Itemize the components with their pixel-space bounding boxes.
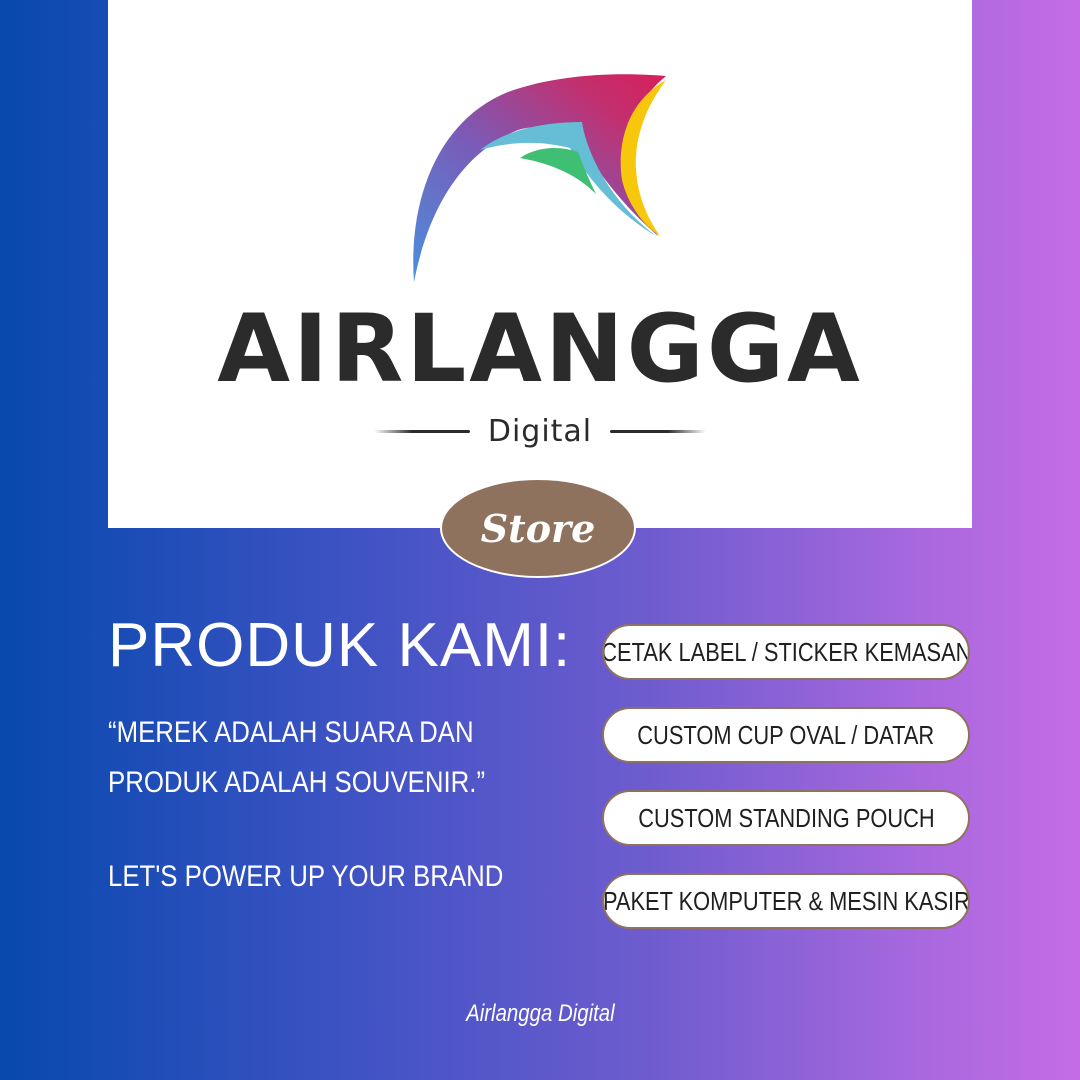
divider-line-left bbox=[373, 430, 470, 433]
brand-subtitle: Digital bbox=[487, 414, 593, 449]
product-button-label: PAKET KOMPUTER & MESIN KASIR bbox=[602, 885, 970, 916]
slogan: LET'S POWER UP YOUR BRAND bbox=[108, 860, 504, 893]
tagline-quote: “MEREK ADALAH SUARA DAN PRODUK ADALAH SO… bbox=[108, 716, 486, 799]
product-button-label: CUSTOM STANDING POUCH bbox=[637, 802, 935, 833]
product-button-label-sticker[interactable]: CETAK LABEL / STICKER KEMASAN bbox=[602, 624, 970, 680]
footer-text: Airlangga Digital bbox=[465, 1000, 615, 1027]
products-heading: PRODUK KAMI: bbox=[108, 611, 572, 680]
brand-name: AIRLANGGA bbox=[217, 295, 863, 404]
brand-sub-row: Digital bbox=[108, 414, 972, 449]
product-button-label: CETAK LABEL / STICKER KEMASAN bbox=[602, 636, 970, 667]
product-button-label: CUSTOM CUP OVAL / DATAR bbox=[637, 719, 935, 750]
product-button-custom-cup[interactable]: CUSTOM CUP OVAL / DATAR bbox=[602, 707, 970, 763]
logo-panel: AIRLANGGA Digital bbox=[108, 0, 972, 528]
airlangga-swoosh-logo-icon bbox=[413, 74, 666, 282]
divider-line-right bbox=[610, 430, 707, 433]
product-button-standing-pouch[interactable]: CUSTOM STANDING POUCH bbox=[602, 790, 970, 846]
store-badge-label: Store bbox=[480, 505, 596, 551]
footer-credit: Airlangga Digital bbox=[0, 1000, 1080, 1028]
product-button-komputer-kasir[interactable]: PAKET KOMPUTER & MESIN KASIR bbox=[602, 873, 970, 929]
store-badge: Store bbox=[440, 478, 636, 578]
